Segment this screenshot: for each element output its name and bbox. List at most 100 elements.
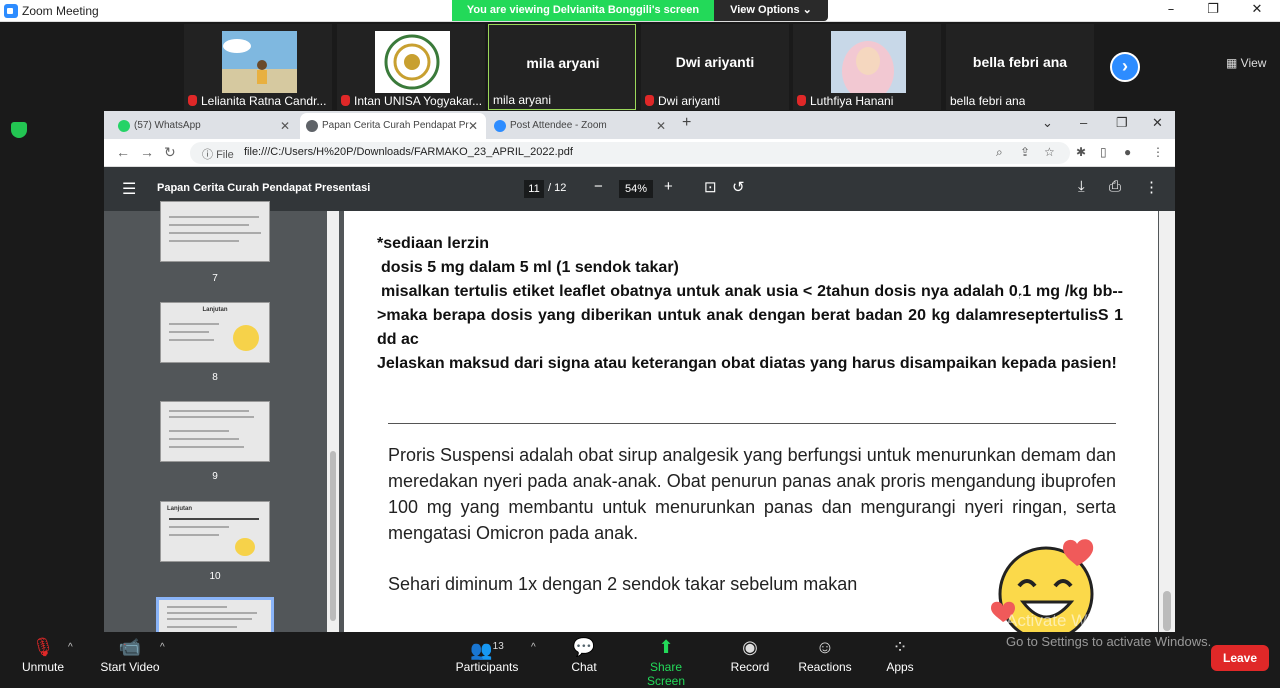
muted-mic-icon (188, 95, 197, 106)
zoom-level-input[interactable]: 54% (619, 180, 653, 198)
security-shield-icon[interactable] (11, 122, 27, 138)
forward-icon[interactable]: → (140, 144, 154, 160)
page-thumbnail[interactable] (160, 201, 270, 262)
page-thumbnail[interactable]: Lanjutan (160, 501, 270, 562)
sidebar-scrollbar[interactable] (327, 211, 339, 632)
share-icon[interactable]: ⇪ (1020, 145, 1030, 159)
close-tab-icon[interactable]: ✕ (280, 113, 290, 139)
viewing-banner: You are viewing Delvianita Bonggili's sc… (452, 0, 714, 21)
file-scheme-label: ⓘ File (202, 149, 234, 161)
share-screen-button[interactable]: ⬆ Share Screen (630, 634, 702, 688)
new-tab-icon[interactable]: + (682, 114, 691, 132)
participant-label: Intan UNISA Yogyakar... (341, 94, 482, 108)
zoom-icon (494, 120, 506, 132)
pdf-viewer: *sediaan lerzin dosis 5 mg dalam 5 ml (1… (339, 211, 1159, 636)
url-text: file:///C:/Users/H%20P/Downloads/FARMAKO… (244, 146, 573, 158)
start-video-button[interactable]: 📹 Start Video (98, 634, 162, 674)
participant-label: Dwi ariyanti (645, 94, 720, 108)
pdf-title: Papan Cerita Curah Pendapat Presentasi (157, 182, 371, 194)
tab-whatsapp[interactable]: (57) WhatsApp ✕ (112, 113, 298, 139)
zoom-logo-icon (4, 4, 18, 18)
reload-icon[interactable]: ↻ (164, 144, 176, 161)
close-button[interactable]: ✕ (1236, 0, 1278, 22)
page-thumbnail[interactable]: Lanjutan (160, 302, 270, 363)
restore-icon[interactable]: ❐ (1116, 115, 1128, 131)
minimize-icon[interactable]: – (1080, 115, 1087, 130)
audio-options-caret[interactable]: ^ (68, 642, 73, 653)
participant-video-icon (831, 31, 906, 93)
participant-name: mila aryani (526, 55, 600, 71)
leave-button[interactable]: Leave (1211, 645, 1269, 671)
address-bar: ← → ↻ ⓘ File file:///C:/Users/H%20P/Down… (104, 139, 1175, 167)
participant-name: bella febri ana (972, 54, 1068, 70)
apps-icon: ⁘ (892, 637, 908, 657)
profile-avatar[interactable]: ● (1124, 145, 1131, 159)
thumbnail-number: 7 (212, 273, 218, 284)
viewer-scrollbar[interactable] (1159, 211, 1175, 632)
thumbnail-number: 9 (212, 471, 218, 482)
view-options-button[interactable]: View Options ⌄ (714, 0, 828, 21)
participant-tile-active[interactable]: mila aryani mila aryani (488, 24, 636, 110)
tab-search-icon[interactable]: ⌄ (1042, 115, 1053, 131)
globe-icon (306, 120, 318, 132)
close-tab-icon[interactable]: ✕ (468, 113, 478, 139)
view-button[interactable]: ▦ View (1226, 56, 1266, 70)
window-title: Zoom Meeting (22, 4, 99, 18)
rotate-icon[interactable]: ↺ (732, 178, 745, 196)
participants-options-caret[interactable]: ^ (531, 642, 536, 653)
divider (388, 423, 1116, 424)
url-field[interactable]: ⓘ File file:///C:/Users/H%20P/Downloads/… (190, 142, 1070, 164)
hamburger-menu-icon[interactable]: ☰ (122, 179, 136, 199)
participant-tile[interactable]: Intan UNISA Yogyakar... (337, 24, 485, 110)
participants-button[interactable]: 👥13 Participants (452, 634, 522, 674)
tab-pdf[interactable]: Papan Cerita Curah Pendapat Pr ✕ (300, 113, 486, 139)
tab-zoom[interactable]: Post Attendee - Zoom ✕ (488, 113, 674, 139)
emoji-icon (235, 538, 255, 556)
participant-tile[interactable]: Lelianita Ratna Candr... (184, 24, 332, 110)
answer-text: Proris Suspensi adalah obat sirup analge… (388, 445, 1116, 543)
record-button[interactable]: ◉ Record (728, 634, 772, 674)
print-icon[interactable]: ⎙ (1109, 178, 1121, 195)
shared-browser-window: (57) WhatsApp ✕ Papan Cerita Curah Penda… (104, 111, 1175, 658)
thumbnail-number: 8 (212, 372, 218, 383)
apps-button[interactable]: ⁘ Apps (882, 634, 918, 674)
chat-button[interactable]: 💬 Chat (566, 634, 602, 674)
restore-button[interactable]: ❐ (1192, 0, 1234, 22)
page-number-input[interactable]: 11 (524, 180, 544, 198)
video-options-caret[interactable]: ^ (160, 642, 165, 653)
participant-tile[interactable]: bella febri ana bella febri ana (946, 24, 1094, 110)
chat-icon: 💬 (572, 637, 596, 657)
participant-label: Luthfiya Hanani (797, 94, 893, 108)
bookmark-star-icon[interactable]: ☆ (1044, 145, 1055, 159)
participant-name: Dwi ariyanti (675, 54, 755, 70)
participant-label: mila aryani (493, 93, 552, 107)
participant-label: bella febri ana (950, 94, 1026, 108)
fit-page-icon[interactable]: ⊡ (704, 178, 717, 196)
participants-strip: Lelianita Ratna Candr... Intan UNISA Yog… (0, 22, 1280, 110)
thumbnail-sidebar: 7 Lanjutan 8 9 Lanjutan 10 (104, 201, 329, 658)
more-options-icon[interactable]: ⋮ (1144, 178, 1159, 196)
participant-video-icon (222, 31, 297, 93)
participant-tile[interactable]: Luthfiya Hanani (793, 24, 941, 110)
reactions-button[interactable]: ☺ Reactions (798, 634, 852, 674)
menu-kebab-icon[interactable]: ⋮ (1152, 145, 1164, 159)
page-total: / 12 (548, 182, 567, 194)
back-icon[interactable]: ← (116, 144, 130, 160)
close-icon[interactable]: ✕ (1152, 115, 1163, 131)
download-icon[interactable]: ⤓ (1078, 178, 1085, 195)
zoom-out-icon[interactable]: − (594, 178, 603, 195)
unmute-button[interactable]: 🎙 Unmute (20, 634, 66, 674)
sidebar-icon[interactable]: ▯ (1100, 145, 1107, 159)
chevron-right-icon[interactable]: › (1110, 52, 1140, 82)
participants-icon: 👥13 (470, 640, 504, 660)
activation-watermark-title: Activate Windows (1006, 611, 1141, 630)
emoji-icon (233, 325, 259, 351)
close-tab-icon[interactable]: ✕ (656, 113, 666, 139)
extensions-icon[interactable]: ✱ (1076, 145, 1086, 159)
participant-tile[interactable]: Dwi ariyanti Dwi ariyanti (641, 24, 789, 110)
zoom-in-icon[interactable]: + (664, 178, 673, 195)
zoom-lens-icon[interactable]: ⌕ (996, 145, 1003, 160)
page-thumbnail[interactable] (160, 401, 270, 462)
question-text: *sediaan lerzin dosis 5 mg dalam 5 ml (1… (377, 235, 1123, 372)
minimize-button[interactable]: – (1150, 0, 1192, 22)
